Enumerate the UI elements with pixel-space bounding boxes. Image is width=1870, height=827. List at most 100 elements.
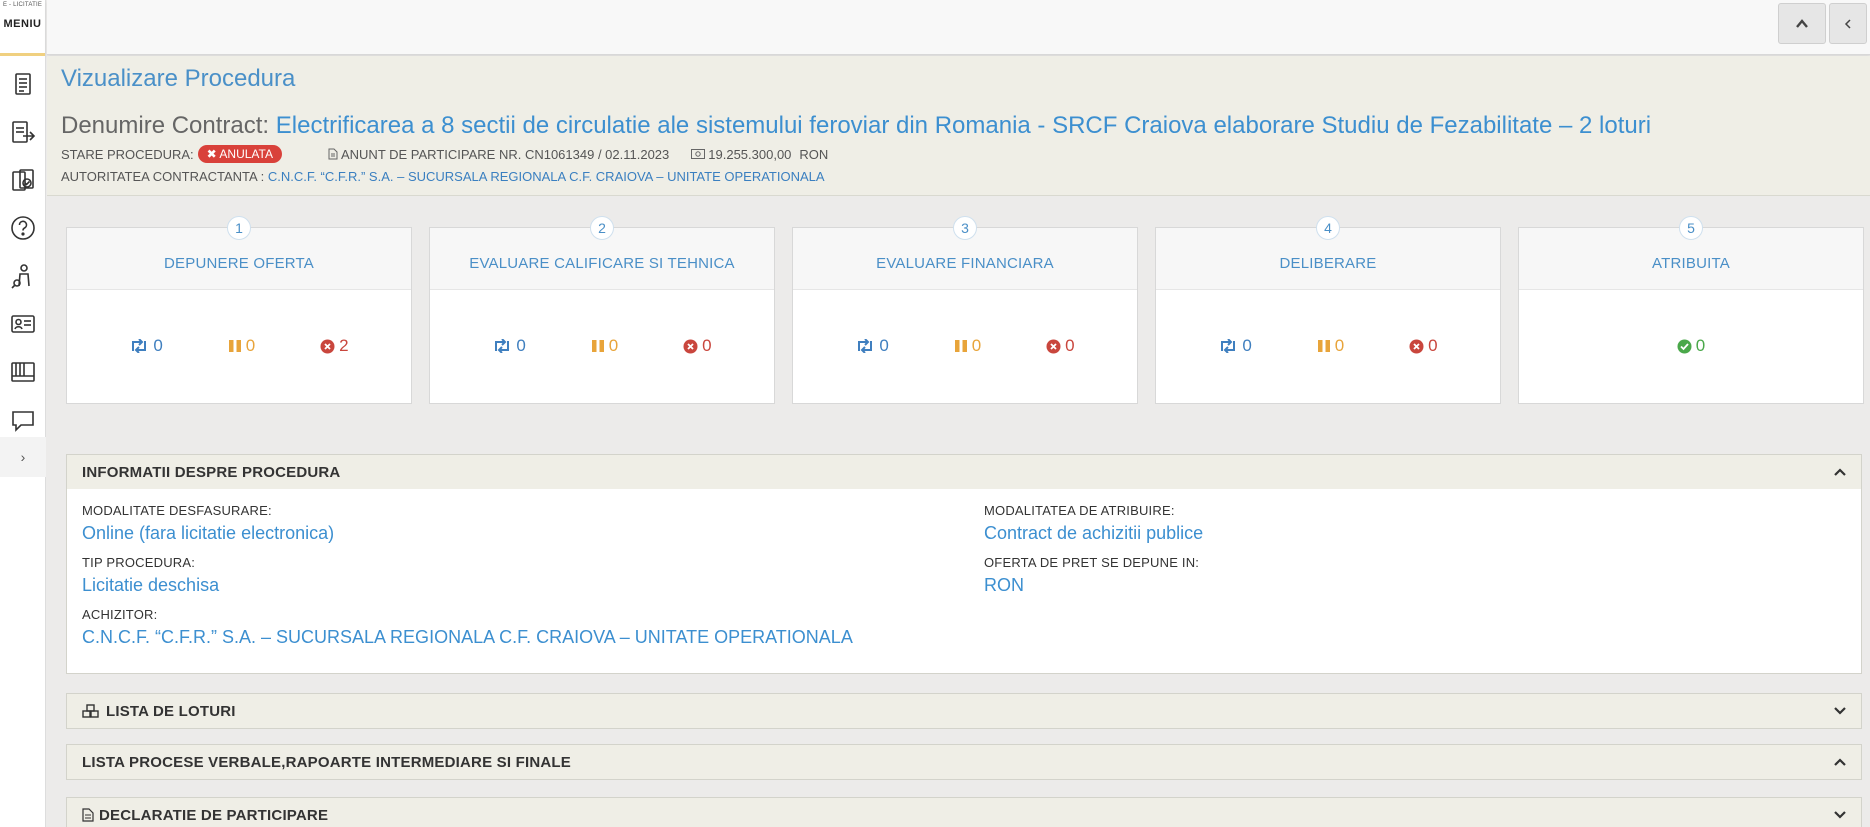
procedure-header: Vizualizare Procedura Denumire Contract:…	[47, 56, 1870, 196]
rejected-count[interactable]: 0	[1409, 336, 1438, 356]
authority-label: AUTORITATEA CONTRACTANTA :	[61, 169, 265, 184]
archive-icon[interactable]	[0, 348, 46, 396]
in-progress-value: 0	[1242, 336, 1252, 355]
contract-line: Denumire Contract: Electrificarea a 8 se…	[61, 112, 1651, 140]
retweet-icon	[858, 339, 873, 353]
in-progress-count[interactable]: 0	[492, 336, 526, 356]
collapse-button[interactable]	[1829, 3, 1867, 44]
scroll-up-button[interactable]	[1778, 3, 1826, 44]
paused-count[interactable]: 0	[1317, 336, 1344, 356]
awarded-value: 0	[1695, 336, 1706, 355]
sidebar: E - LICITATIE MENIU ›	[0, 0, 46, 827]
chevron-up-icon	[1834, 468, 1846, 476]
meta-line: STARE PROCEDURA: ✖ ANULATA ANUNT DE PART…	[61, 145, 828, 163]
in-progress-count[interactable]: 0	[129, 336, 163, 356]
rejected-count[interactable]: 2	[320, 336, 349, 356]
paused-count[interactable]: 0	[954, 336, 981, 356]
stage-card-evaluare-financiara[interactable]: 3 EVALUARE FINANCIARA 0 0 0	[792, 216, 1138, 404]
panel-title: DECLARATIE DE PARTICIPARE	[99, 806, 329, 824]
certificate-icon[interactable]	[0, 156, 46, 204]
status-label: STARE PROCEDURA:	[61, 146, 194, 162]
pause-icon	[591, 340, 604, 352]
atribuire-label: MODALITATEA DE ATRIBUIRE:	[984, 503, 1175, 518]
oferta-label: OFERTA DE PRET SE DEPUNE IN:	[984, 555, 1200, 570]
modalitate-value: Online (fara licitatie electronica)	[82, 523, 335, 543]
authority-line: AUTORITATEA CONTRACTANTA : C.N.C.F. “C.F…	[61, 169, 825, 184]
chevron-down-icon	[1834, 707, 1846, 715]
contract-name: Electrificarea a 8 sectii de circulatie …	[275, 112, 1652, 139]
sidebar-expand-button[interactable]: ›	[0, 437, 46, 477]
export-icon[interactable]	[0, 108, 46, 156]
panel-title: INFORMATII DESPRE PROCEDURA	[82, 463, 341, 481]
contract-label: Denumire Contract:	[61, 112, 270, 139]
x-circle-icon	[1046, 339, 1061, 353]
id-card-icon[interactable]	[0, 300, 46, 348]
stage-number: 2	[590, 216, 614, 240]
topbar	[47, 0, 1870, 55]
in-progress-count[interactable]: 0	[1218, 336, 1252, 356]
person-search-icon[interactable]	[0, 252, 46, 300]
pause-icon	[1317, 340, 1330, 352]
cubes-icon	[82, 704, 99, 718]
pause-icon	[228, 340, 241, 352]
reports-panel-header[interactable]: LISTA PROCESE VERBALE,RAPOARTE INTERMEDI…	[67, 745, 1861, 779]
achizitor-label: ACHIZITOR:	[82, 607, 158, 622]
retweet-icon	[495, 339, 510, 353]
rejected-count[interactable]: 0	[1046, 336, 1075, 356]
rejected-value: 0	[1428, 336, 1438, 355]
x-circle-icon	[1409, 339, 1424, 353]
menu-label[interactable]: MENIU	[0, 18, 45, 30]
x-circle-icon	[320, 339, 335, 353]
procedure-info-panel: INFORMATII DESPRE PROCEDURA MODALITATE D…	[66, 454, 1862, 674]
atribuire-value: Contract de achizitii publice	[984, 523, 1204, 543]
tip-value: Licitatie deschisa	[82, 575, 220, 595]
paused-count[interactable]: 0	[228, 336, 255, 356]
retweet-icon	[132, 339, 147, 353]
currency: RON	[799, 146, 829, 162]
chevron-up-icon	[1796, 18, 1808, 28]
stage-card-deliberare[interactable]: 4 DELIBERARE 0 0 0	[1155, 216, 1501, 404]
file-icon	[328, 148, 338, 160]
chevron-down-icon	[1834, 811, 1846, 819]
stage-card-atribuita[interactable]: 5 ATRIBUITA 0	[1518, 216, 1864, 404]
procedure-info-header[interactable]: INFORMATII DESPRE PROCEDURA	[67, 455, 1861, 489]
file-icon	[82, 808, 94, 822]
lots-panel-header[interactable]: LISTA DE LOTURI	[67, 694, 1861, 728]
paused-value: 0	[971, 336, 982, 355]
paused-value: 0	[1334, 336, 1345, 355]
help-icon[interactable]	[0, 204, 46, 252]
paused-value: 0	[608, 336, 619, 355]
in-progress-value: 0	[879, 336, 889, 355]
rejected-count[interactable]: 0	[683, 336, 712, 356]
estimated-amount: 19.255.300,00	[708, 146, 792, 162]
paused-value: 0	[245, 336, 256, 355]
brand-logo-text: E - LICITATIE	[2, 2, 43, 8]
pause-icon	[954, 340, 967, 352]
stage-card-depunere[interactable]: 1 DEPUNERE OFERTA 0 0 2	[66, 216, 412, 404]
retweet-icon	[1221, 339, 1236, 353]
paused-count[interactable]: 0	[591, 336, 618, 356]
rejected-value: 0	[702, 336, 712, 355]
check-circle-icon	[1677, 339, 1692, 353]
oferta-value: RON	[984, 575, 1024, 595]
rejected-value: 0	[1065, 336, 1075, 355]
declaration-panel-header[interactable]: DECLARATIE DE PARTICIPARE	[67, 798, 1861, 827]
in-progress-value: 0	[153, 336, 163, 355]
stage-card-evaluare-calificare[interactable]: 2 EVALUARE CALIFICARE SI TEHNICA 0 0 0	[429, 216, 775, 404]
in-progress-value: 0	[516, 336, 526, 355]
lots-panel: LISTA DE LOTURI	[66, 693, 1862, 729]
stage-number: 1	[227, 216, 251, 240]
document-icon[interactable]	[0, 60, 46, 108]
achizitor-value[interactable]: C.N.C.F. “C.F.R.” S.A. – SUCURSALA REGIO…	[82, 627, 853, 648]
in-progress-count[interactable]: 0	[855, 336, 889, 356]
stage-number: 4	[1316, 216, 1340, 240]
awarded-count[interactable]: 0	[1677, 336, 1705, 356]
stage-number: 5	[1679, 216, 1703, 240]
money-icon	[691, 149, 706, 159]
authority-link[interactable]: C.N.C.F. “C.F.R.” S.A. – SUCURSALA REGIO…	[268, 169, 825, 184]
status-badge: ✖ ANULATA	[197, 145, 282, 163]
modalitate-label: MODALITATE DESFASURARE:	[82, 503, 272, 518]
panel-title: LISTA PROCESE VERBALE,RAPOARTE INTERMEDI…	[82, 753, 571, 771]
page-title: Vizualizare Procedura	[61, 65, 296, 92]
reports-panel: LISTA PROCESE VERBALE,RAPOARTE INTERMEDI…	[66, 744, 1862, 780]
